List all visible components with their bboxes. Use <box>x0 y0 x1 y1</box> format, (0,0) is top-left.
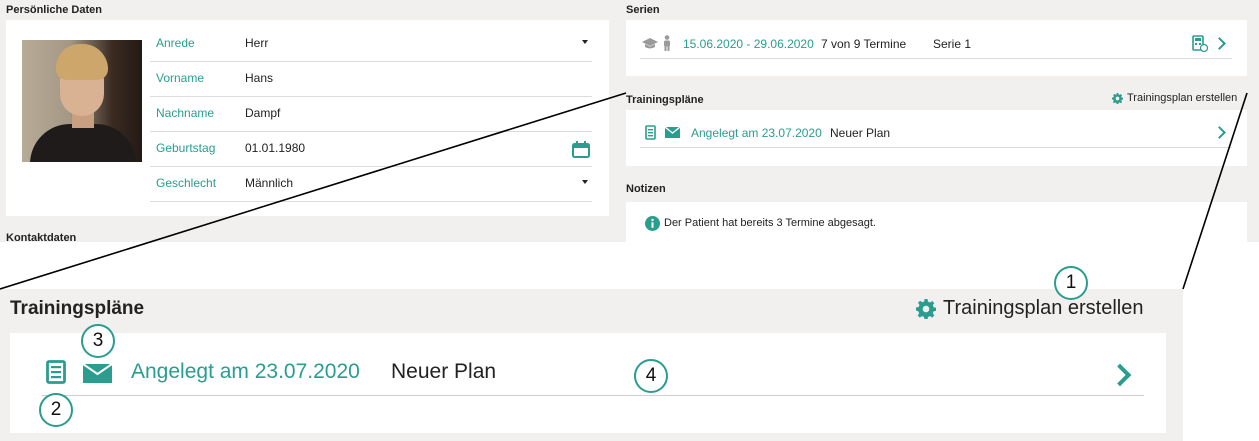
training-heading: Trainingspläne <box>626 94 704 106</box>
training-plan-date: Angelegt am 23.07.2020 <box>691 126 822 140</box>
create-training-plan-label: Trainingsplan erstellen <box>1127 92 1238 104</box>
gender-value: Männlich <box>245 176 294 190</box>
callout-1: 1 <box>1054 266 1088 300</box>
mail-icon[interactable] <box>665 127 680 138</box>
firstname-label: Vorname <box>156 71 205 85</box>
series-heading: Serien <box>626 4 660 16</box>
firstname-field[interactable]: Vorname Hans <box>150 62 592 97</box>
zoom-training-plan-name: Neuer Plan <box>391 360 497 383</box>
zoom-training-heading: Trainingspläne <box>10 298 145 319</box>
zoom-create-training-plan-label: Trainingsplan erstellen <box>943 297 1144 319</box>
lastname-field[interactable]: Nachname Dampf <box>150 97 592 132</box>
info-icon <box>645 216 660 231</box>
series-name: Serie 1 <box>933 37 972 51</box>
mail-icon[interactable] <box>83 364 112 383</box>
graduation-cap-icon <box>642 38 658 49</box>
lastname-label: Nachname <box>156 106 215 120</box>
notes-card: Der Patient hat bereits 3 Termine abgesa… <box>626 202 1247 242</box>
series-appointments: 7 von 9 Termine <box>821 37 907 51</box>
salutation-select[interactable]: Anrede Herr <box>150 27 592 62</box>
gear-icon <box>916 298 936 319</box>
chevron-right-icon[interactable] <box>1213 126 1226 139</box>
callout-4: 4 <box>634 359 668 393</box>
calculator-icon[interactable] <box>1192 35 1208 52</box>
birthday-label: Geburtstag <box>156 141 216 155</box>
zoom-training-plan-date: Angelegt am 23.07.2020 <box>131 360 360 383</box>
chevron-right-icon[interactable] <box>1213 37 1226 50</box>
gender-label: Geschlecht <box>156 176 217 190</box>
patient-photo <box>22 40 142 162</box>
person-icon <box>664 35 670 51</box>
training-plan-row[interactable]: Angelegt am 23.07.2020 Neuer Plan <box>640 118 1232 148</box>
gender-select[interactable]: Geschlecht Männlich <box>150 167 592 202</box>
zoomed-training-section: Trainingspläne Trainingsplan erstellen A… <box>0 289 1183 441</box>
gear-icon <box>1112 92 1123 104</box>
zoom-row-divider <box>42 395 1144 396</box>
callout-3: 3 <box>81 324 115 358</box>
calendar-icon[interactable] <box>572 141 590 158</box>
training-plan-name: Neuer Plan <box>830 126 891 140</box>
contact-heading: Kontaktdaten <box>6 232 77 244</box>
chevron-right-icon[interactable] <box>1108 363 1132 387</box>
firstname-value: Hans <box>245 71 274 85</box>
callout-2: 2 <box>39 393 73 427</box>
series-row[interactable]: 15.06.2020 - 29.06.2020 7 von 9 Termine … <box>640 29 1232 59</box>
series-date-range: 15.06.2020 - 29.06.2020 <box>683 37 814 51</box>
lastname-value: Dampf <box>245 106 281 120</box>
chevron-down-icon <box>582 180 588 184</box>
notes-text: Der Patient hat bereits 3 Termine abgesa… <box>664 217 876 229</box>
document-icon[interactable] <box>645 125 656 140</box>
salutation-label: Anrede <box>156 36 195 50</box>
zoom-training-card: Angelegt am 23.07.2020 Neuer Plan <box>10 333 1166 433</box>
personal-data-heading: Persönliche Daten <box>6 4 102 16</box>
salutation-value: Herr <box>245 36 269 50</box>
notes-heading: Notizen <box>626 183 666 195</box>
create-training-plan-button[interactable]: Trainingsplan erstellen <box>1112 92 1237 104</box>
zoom-create-training-plan-button[interactable]: Trainingsplan erstellen <box>916 297 1143 320</box>
chevron-down-icon <box>582 40 588 44</box>
birthday-value: 01.01.1980 <box>245 141 306 155</box>
birthday-field[interactable]: Geburtstag 01.01.1980 <box>150 132 592 167</box>
app-screenshot: Persönliche Daten Anrede Herr Vorname Ha… <box>0 0 1259 244</box>
document-icon[interactable] <box>46 360 66 384</box>
